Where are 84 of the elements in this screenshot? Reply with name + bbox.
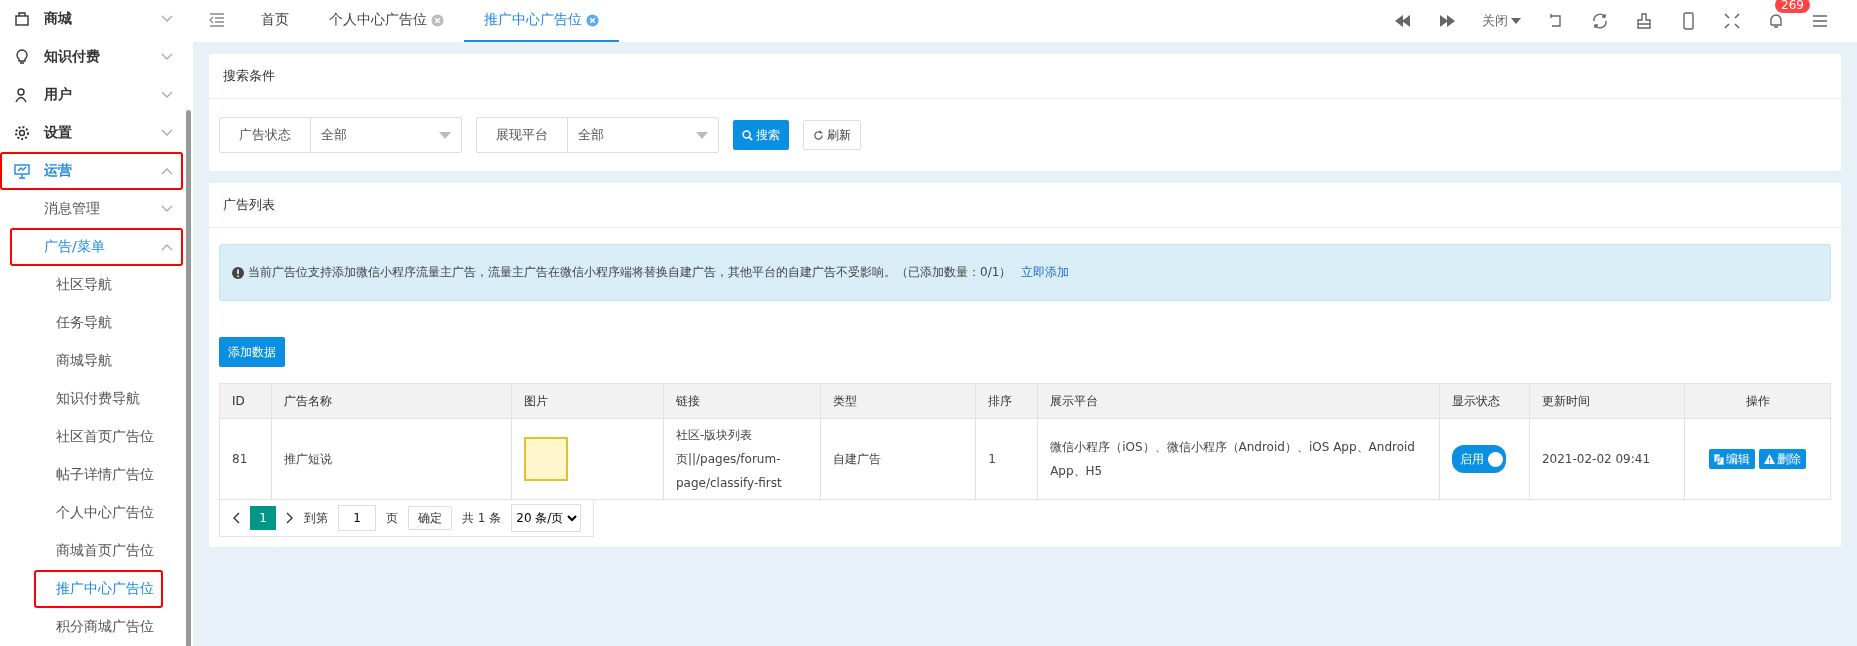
presentation-icon (14, 163, 30, 179)
sidebar-item[interactable]: 知识付费 (0, 38, 183, 76)
column-header: 类型 (820, 383, 976, 419)
sidebar-item[interactable]: 推广中心广告位 (34, 570, 163, 608)
sidebar-item[interactable]: 社区首页广告位 (34, 418, 163, 456)
user-icon (14, 87, 30, 103)
close-menu[interactable]: 关闭 (1482, 12, 1521, 30)
column-header: 广告名称 (271, 383, 511, 419)
notice-text: 当前广告位支持添加微信小程序流量主广告，流量主广告在微信小程序端将替换自建广告，其他平台的自建广告不受影响。（已添加数量：0/1） (248, 264, 1012, 281)
chevron-up-icon (161, 167, 173, 175)
column-header: ID (219, 383, 272, 419)
collapse-menu-icon[interactable] (209, 13, 225, 27)
search-icon (742, 129, 753, 141)
sidebar-item[interactable]: 用户 (0, 76, 183, 114)
sidebar-item[interactable]: 帖子详情广告位 (34, 456, 163, 494)
goto-label: 到第 (304, 509, 328, 527)
caret-icon (1511, 18, 1521, 24)
column-header: 操作 (1684, 383, 1831, 419)
next-page-icon[interactable] (286, 512, 294, 524)
chevron-down-icon (161, 15, 173, 23)
table-cell: 社区-版块列表页||/pages/forum-page/classify-first (663, 418, 821, 500)
sidebar-item[interactable]: 商城首页广告位 (34, 532, 163, 570)
column-header: 图片 (511, 383, 664, 419)
refresh-icon[interactable] (1591, 12, 1609, 30)
chevron-down-icon (161, 53, 173, 61)
table-cell: 2021-02-02 09:41 (1529, 418, 1685, 500)
refresh-icon (813, 129, 824, 141)
page-unit: 页 (386, 509, 398, 527)
table-cell: 1 (975, 418, 1038, 500)
page-button[interactable]: 1 (250, 506, 276, 530)
table-cell: 微信小程序（iOS）、微信小程序（Android）、iOS App、Android App、H5 (1037, 418, 1440, 500)
rewind-icon[interactable] (1394, 12, 1412, 30)
page-size-select[interactable]: 20 条/页 (511, 504, 582, 532)
confirm-button[interactable]: 确定 (408, 506, 452, 530)
fast-forward-icon[interactable] (1438, 12, 1456, 30)
column-header: 更新时间 (1529, 383, 1685, 419)
filter-select[interactable]: 广告状态 全部 (219, 117, 462, 153)
fullscreen-icon[interactable] (1723, 12, 1741, 30)
gear-icon (14, 125, 30, 141)
chevron-up-icon (161, 243, 173, 251)
bell-icon[interactable] (1767, 12, 1785, 30)
sidebar-item[interactable]: 运营 (0, 152, 183, 190)
close-icon[interactable] (586, 13, 599, 27)
page-input[interactable]: 1 (338, 505, 376, 531)
tab[interactable]: 个人中心广告位 (309, 0, 464, 42)
sidebar-item[interactable]: 消息管理 (10, 190, 183, 228)
notification-badge: 269 (1775, 0, 1810, 13)
photo-placeholder (523, 437, 568, 481)
column-header: 排序 (975, 383, 1038, 419)
alert-icon (232, 266, 244, 279)
panel-title: 搜索条件 (223, 67, 275, 85)
sidebar-item[interactable]: 个人中心广告位 (34, 494, 163, 532)
sidebar-item[interactable]: 商城导航 (34, 342, 163, 380)
tab[interactable]: 推广中心广告位 (464, 0, 619, 42)
add-now-link[interactable]: 立即添加 (1021, 264, 1070, 281)
sidebar-item[interactable]: 社区导航 (34, 266, 163, 304)
tab[interactable]: 首页 (241, 0, 309, 42)
table-cell: 81 (219, 418, 272, 500)
scrollbar[interactable] (186, 110, 191, 646)
sidebar-item[interactable]: 任务导航 (34, 304, 163, 342)
sidebar-item[interactable]: 广告/菜单 (10, 228, 183, 266)
sidebar-item[interactable]: 积分商城广告位 (34, 608, 163, 646)
table-cell: 推广短说 (271, 418, 511, 500)
chevron-down-icon (161, 91, 173, 99)
previous-page-icon[interactable] (232, 512, 240, 524)
sidebar-item[interactable]: 设置 (0, 114, 183, 152)
lightbulb-icon (14, 49, 30, 65)
total-count: 共 1 条 (462, 509, 502, 527)
caret-icon (439, 131, 451, 139)
chevron-down-icon (161, 129, 173, 137)
sidebar-item[interactable]: 知识付费导航 (34, 380, 163, 418)
menu-icon[interactable] (1811, 12, 1829, 30)
sidebar-item[interactable]: 商城 (0, 0, 183, 38)
panel-title: 广告列表 (223, 196, 275, 214)
table-cell: 自建广告 (820, 418, 976, 500)
caret-icon (696, 131, 708, 139)
filter-select[interactable]: 展现平台 全部 (476, 117, 719, 153)
column-header: 展示平台 (1037, 383, 1440, 419)
chevron-down-icon (161, 205, 173, 213)
refresh-button[interactable]: 刷新 (803, 120, 861, 150)
column-header: 显示状态 (1439, 383, 1530, 419)
warning-icon (1764, 454, 1776, 464)
copy-icon (1714, 453, 1725, 465)
column-header: 链接 (663, 383, 821, 419)
